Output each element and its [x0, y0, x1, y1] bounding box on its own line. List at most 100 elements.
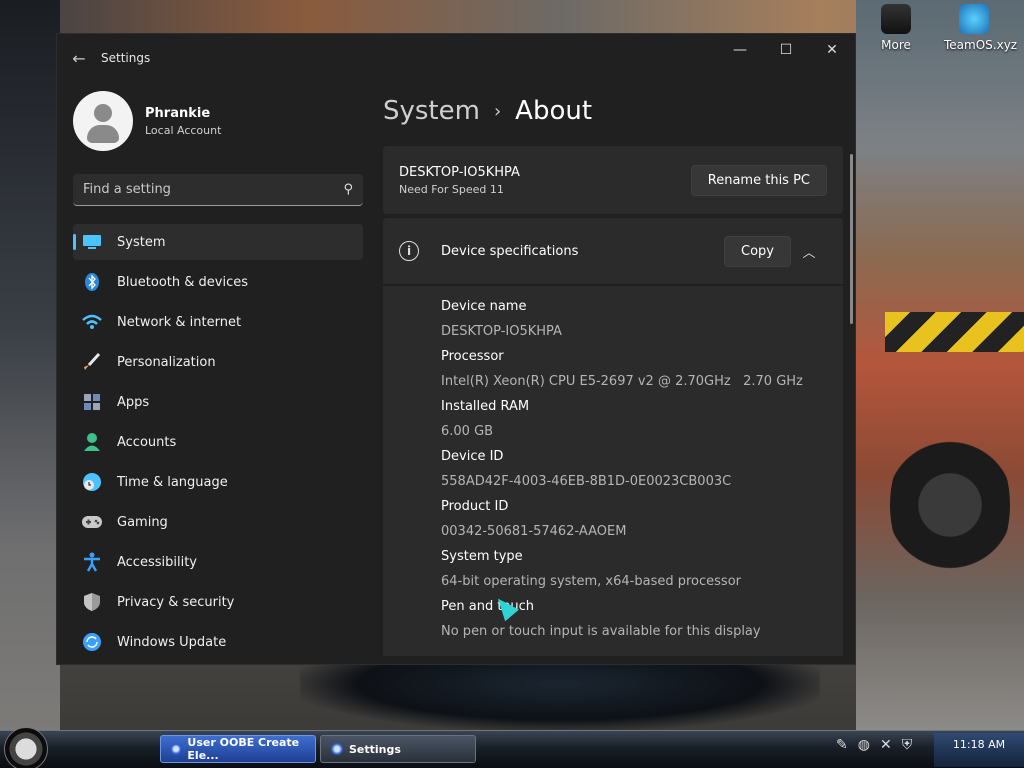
globe-clock-icon — [81, 471, 103, 493]
gear-icon — [331, 743, 343, 755]
breadcrumb-parent[interactable]: System — [383, 96, 480, 126]
desktop-icon-teamos[interactable]: TeamOS.xyz — [944, 4, 1018, 52]
pc-model: Need For Speed 11 — [399, 182, 504, 196]
spec-label: System type — [441, 549, 523, 564]
settings-window: ← Settings — ☐ ✕ Phrankie Local Account … — [56, 33, 856, 665]
sidebar: Phrankie Local Account ⚲ System Bluetoot… — [57, 82, 367, 664]
sidebar-item-accessibility[interactable]: Accessibility — [73, 544, 363, 580]
taskbar-item-label: Settings — [349, 742, 401, 756]
sidebar-item-label: Accounts — [117, 434, 177, 450]
security-icon[interactable]: ⛨ — [902, 737, 913, 753]
search-box[interactable]: ⚲ — [73, 174, 363, 206]
search-input[interactable] — [83, 182, 303, 197]
spec-value: DESKTOP-IO5KHPA — [441, 324, 562, 339]
bluetooth-icon — [81, 271, 103, 293]
start-button[interactable] — [4, 727, 48, 768]
rename-pc-button[interactable]: Rename this PC — [690, 164, 827, 196]
back-button[interactable]: ← — [57, 34, 101, 82]
brush-icon — [81, 351, 103, 373]
pen-icon[interactable]: ✎ — [836, 737, 848, 753]
spec-label: Product ID — [441, 499, 509, 514]
page-title: About — [515, 96, 593, 126]
pc-name: DESKTOP-IO5KHPA — [399, 164, 520, 180]
device-specs-header[interactable]: i Device specifications Copy ︿ — [383, 218, 843, 284]
info-icon: i — [399, 241, 419, 261]
copy-button[interactable]: Copy — [724, 235, 791, 267]
spec-label: Installed RAM — [441, 399, 530, 414]
sidebar-item-privacy-security[interactable]: Privacy & security — [73, 584, 363, 620]
sidebar-item-label: Bluetooth & devices — [117, 274, 248, 290]
avatar — [73, 91, 133, 151]
window-title: Settings — [101, 51, 151, 65]
wifi-icon — [81, 311, 103, 333]
taskbar-clock[interactable]: 11:18 AM — [934, 733, 1024, 767]
taskbar-item-oobe[interactable]: User OOBE Create Ele... — [160, 735, 316, 763]
spec-value: 00342-50681-57462-AAOEM — [441, 524, 627, 539]
sidebar-nav: System Bluetooth & devices Network & int… — [57, 224, 367, 660]
user-name: Phrankie — [145, 105, 211, 121]
person-icon — [81, 431, 103, 453]
sidebar-item-network[interactable]: Network & internet — [73, 304, 363, 340]
spec-value: 6.00 GB — [441, 424, 494, 439]
sidebar-item-label: Accessibility — [117, 554, 197, 570]
wallpaper-right — [856, 0, 1024, 730]
spec-value: Intel(R) Xeon(R) CPU E5-2697 v2 @ 2.70GH… — [441, 374, 803, 389]
sidebar-item-apps[interactable]: Apps — [73, 384, 363, 420]
spec-row: Installed RAM 6.00 GB — [441, 394, 843, 444]
desktop-icon-more[interactable]: More — [866, 4, 926, 52]
chevron-up-icon[interactable]: ︿ — [791, 242, 827, 261]
wallpaper-left — [0, 0, 60, 730]
pc-name-card: DESKTOP-IO5KHPA Need For Speed 11 Rename… — [383, 146, 843, 214]
search-icon[interactable]: ⚲ — [343, 182, 353, 197]
sidebar-item-accounts[interactable]: Accounts — [73, 424, 363, 460]
taskbar-item-label: User OOBE Create Ele... — [187, 736, 300, 762]
wallpaper-tire — [890, 420, 1010, 590]
spec-row: Device name DESKTOP-IO5KHPA — [441, 294, 843, 344]
user-profile[interactable]: Phrankie Local Account — [57, 82, 367, 160]
spec-label: Processor — [441, 349, 504, 364]
main-content: System › About DESKTOP-IO5KHPA Need For … — [383, 82, 843, 664]
spec-row: System type 64-bit operating system, x64… — [441, 544, 843, 594]
more-icon — [881, 4, 911, 34]
volume-muted-icon[interactable]: ✕ — [880, 737, 892, 753]
sidebar-item-bluetooth[interactable]: Bluetooth & devices — [73, 264, 363, 300]
spec-value: No pen or touch input is available for t… — [441, 624, 761, 639]
sidebar-item-label: Personalization — [117, 354, 216, 370]
wallpaper-hazard-stripe — [885, 312, 1024, 352]
sidebar-item-label: Privacy & security — [117, 594, 235, 610]
minimize-button[interactable]: — — [717, 34, 763, 66]
spec-row: Device ID 558AD42F-4003-46EB-8B1D-0E0023… — [441, 444, 843, 494]
spec-value: 64-bit operating system, x64-based proce… — [441, 574, 741, 589]
maximize-button[interactable]: ☐ — [763, 34, 809, 66]
spec-label: Device ID — [441, 449, 504, 464]
gamepad-icon — [81, 511, 103, 533]
sidebar-item-label: System — [117, 234, 166, 250]
sidebar-item-label: Windows Update — [117, 634, 227, 650]
main-scrollbar[interactable] — [850, 154, 853, 324]
breadcrumb: System › About — [383, 82, 843, 140]
wallpaper-car — [300, 664, 820, 730]
desktop-icon-label: TeamOS.xyz — [944, 38, 1018, 52]
sidebar-item-windows-update[interactable]: Windows Update — [73, 624, 363, 660]
close-button[interactable]: ✕ — [809, 34, 855, 66]
taskbar: User OOBE Create Ele... Settings ✎ ◍ ✕ ⛨… — [0, 727, 1024, 768]
taskbar-item-settings[interactable]: Settings — [320, 735, 476, 763]
spec-label: Device name — [441, 299, 527, 314]
apps-icon — [81, 391, 103, 413]
sidebar-item-personalization[interactable]: Personalization — [73, 344, 363, 380]
device-specs-body: Device name DESKTOP-IO5KHPA Processor In… — [383, 286, 843, 656]
sidebar-item-time-language[interactable]: Time & language — [73, 464, 363, 500]
network-icon[interactable]: ◍ — [858, 737, 870, 753]
system-tray: ✎ ◍ ✕ ⛨ — [836, 737, 922, 753]
sidebar-item-label: Network & internet — [117, 314, 242, 330]
chevron-right-icon: › — [493, 100, 502, 122]
title-bar[interactable]: ← Settings — ☐ ✕ — [57, 34, 855, 82]
monitor-icon — [81, 231, 103, 253]
accessibility-icon — [81, 551, 103, 573]
sidebar-item-system[interactable]: System — [73, 224, 363, 260]
spec-row: Product ID 00342-50681-57462-AAOEM — [441, 494, 843, 544]
account-type: Local Account — [145, 123, 222, 137]
sidebar-item-gaming[interactable]: Gaming — [73, 504, 363, 540]
sidebar-item-label: Time & language — [117, 474, 228, 490]
shield-icon — [81, 591, 103, 613]
